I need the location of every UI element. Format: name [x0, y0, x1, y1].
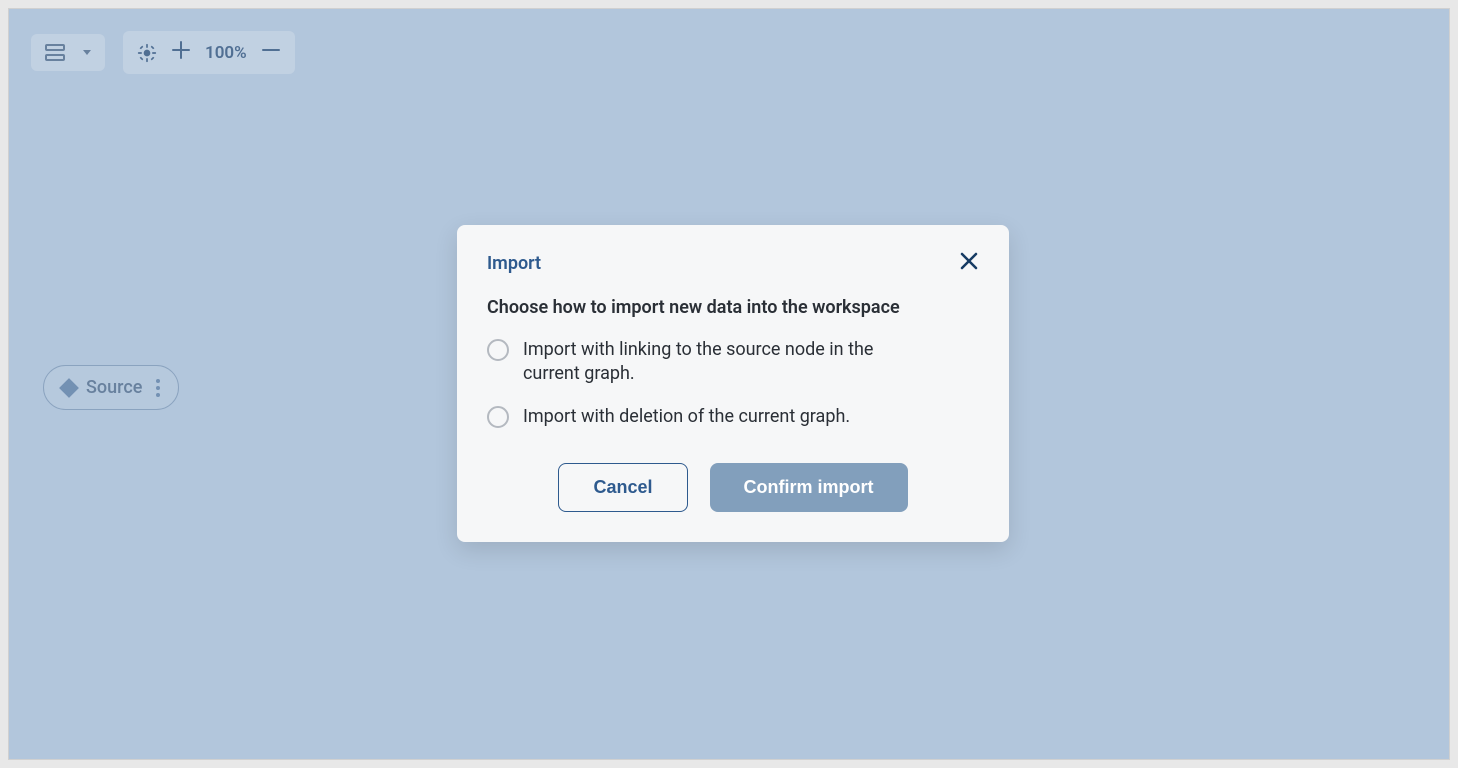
source-node-label: Source	[86, 377, 142, 398]
modal-header: Import	[487, 251, 979, 275]
diamond-icon	[59, 378, 79, 398]
kebab-icon[interactable]	[156, 379, 160, 397]
toolbar: 100%	[31, 31, 295, 74]
zoom-controls: 100%	[123, 31, 295, 74]
modal-title: Import	[487, 253, 541, 274]
zoom-out-button[interactable]	[261, 41, 281, 64]
layout-icon	[45, 44, 65, 61]
confirm-import-button[interactable]: Confirm import	[710, 463, 908, 512]
modal-subtitle: Choose how to import new data into the w…	[487, 297, 979, 318]
workspace-canvas[interactable]: 100% Source Import Choose how to import …	[8, 8, 1450, 760]
zoom-level: 100%	[205, 43, 247, 63]
import-option-label: Import with deletion of the current grap…	[523, 405, 850, 429]
radio-icon	[487, 339, 509, 361]
close-button[interactable]	[959, 251, 979, 275]
import-option-label: Import with linking to the source node i…	[523, 338, 923, 387]
import-modal: Import Choose how to import new data int…	[457, 225, 1009, 542]
radio-icon	[487, 406, 509, 428]
layout-selector[interactable]	[31, 34, 105, 71]
import-option-delete[interactable]: Import with deletion of the current grap…	[487, 405, 979, 429]
zoom-in-button[interactable]	[171, 41, 191, 64]
import-option-link[interactable]: Import with linking to the source node i…	[487, 338, 979, 387]
cancel-button[interactable]: Cancel	[558, 463, 687, 512]
target-icon[interactable]	[137, 43, 157, 63]
chevron-down-icon	[83, 50, 91, 55]
modal-actions: Cancel Confirm import	[487, 463, 979, 512]
source-node[interactable]: Source	[43, 365, 179, 410]
